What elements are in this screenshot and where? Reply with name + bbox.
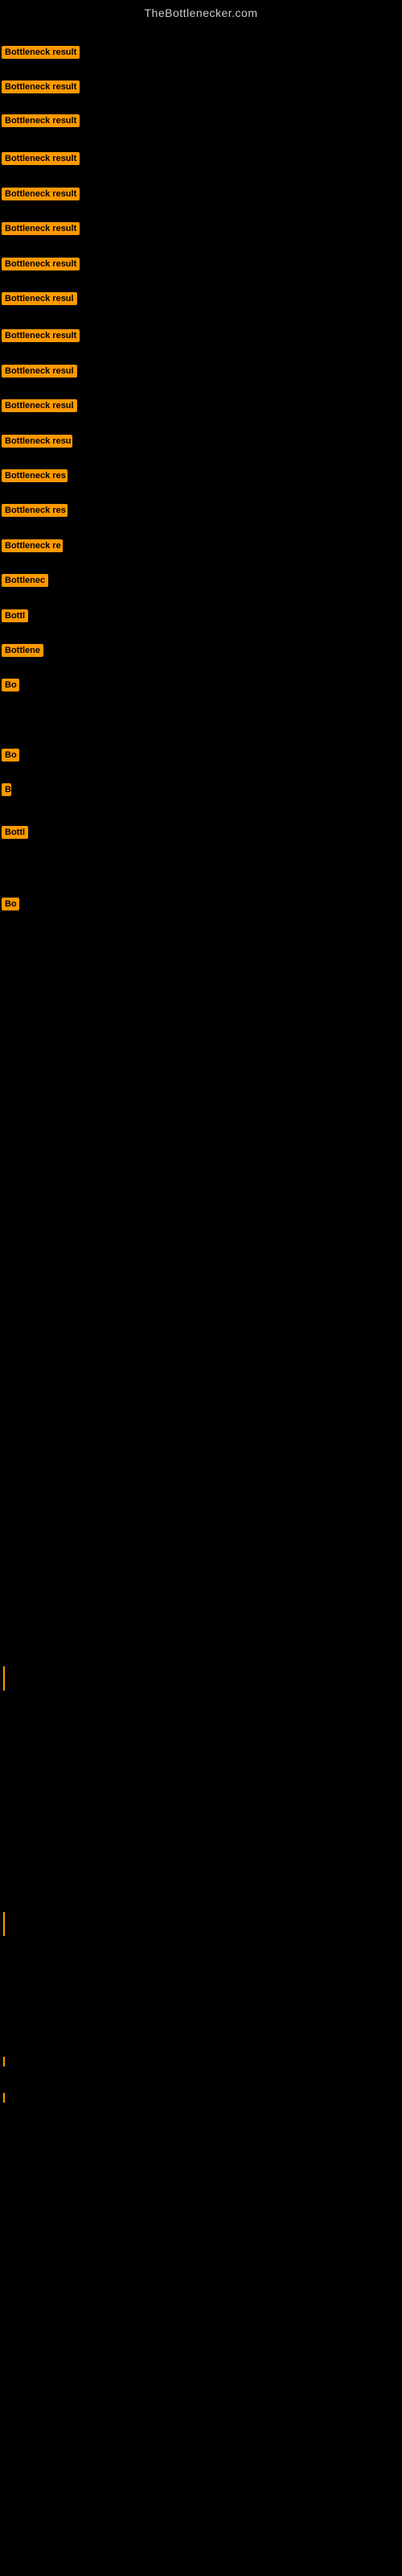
bottleneck-badge: Bottleneck res (2, 469, 68, 482)
bottleneck-badge: Bo (2, 749, 19, 762)
bottleneck-badge: Bottl (2, 609, 28, 622)
bottleneck-badge: Bottleneck resu (2, 435, 72, 448)
bottleneck-badge: Bottleneck result (2, 222, 80, 235)
bottleneck-badge: Bottleneck result (2, 114, 80, 127)
vline-indicator (3, 2093, 5, 2103)
bottleneck-badge: Bottleneck result (2, 80, 80, 93)
bottleneck-badge: Bottleneck result (2, 46, 80, 59)
bottleneck-badge: Bottleneck res (2, 504, 68, 517)
bottleneck-badge: Bottleneck resul (2, 399, 77, 412)
bottleneck-badge: Bottleneck result (2, 188, 80, 200)
bottleneck-badge: Bottleneck result (2, 258, 80, 270)
bottleneck-badge: Bo (2, 898, 19, 910)
bottleneck-badge: B (2, 783, 11, 796)
bottleneck-badge: Bottleneck resul (2, 292, 77, 305)
bottleneck-badge: Bottleneck result (2, 329, 80, 342)
bottleneck-badge: Bottleneck resul (2, 365, 77, 378)
vline-indicator (3, 1666, 5, 1690)
vline-indicator (3, 2057, 5, 2066)
bottleneck-badge: Bottleneck re (2, 539, 63, 552)
bottleneck-badge: Bottleneck result (2, 152, 80, 165)
bottleneck-badge: Bottlene (2, 644, 43, 657)
vline-indicator (3, 1912, 5, 1936)
bottleneck-badge: Bo (2, 679, 19, 691)
bottleneck-badge: Bottl (2, 826, 28, 839)
bottleneck-badge: Bottlenec (2, 574, 48, 587)
site-title: TheBottlenecker.com (0, 0, 402, 23)
